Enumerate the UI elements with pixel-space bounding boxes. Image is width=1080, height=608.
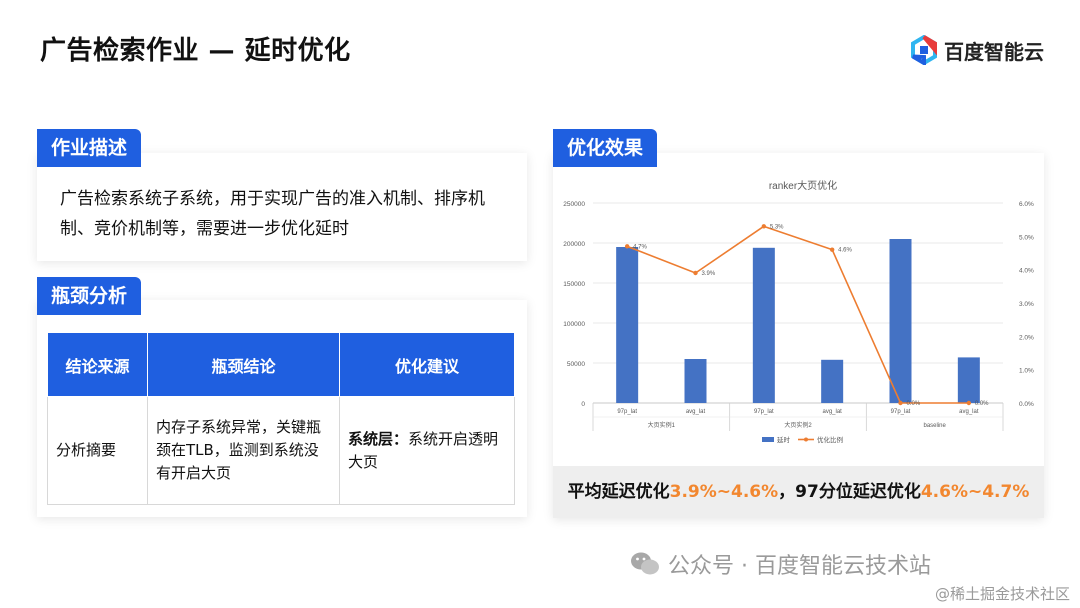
right-tick-label: 2.0% bbox=[1019, 334, 1034, 341]
line-series bbox=[626, 225, 969, 404]
bar bbox=[821, 359, 844, 403]
left-tick-label: 50000 bbox=[567, 361, 585, 368]
group-label: 大页实例2 bbox=[784, 421, 812, 429]
wechat-watermark: 公众号 · 百度智能云技术站 bbox=[630, 548, 931, 580]
brand-logo: 百度智能云 bbox=[909, 33, 1044, 67]
bar bbox=[752, 247, 775, 403]
legend-swatch-marker bbox=[804, 437, 808, 442]
data-label: 4.7% bbox=[633, 244, 647, 250]
work-desc-tag: 作业描述 bbox=[37, 129, 142, 167]
bottleneck-tag: 瓶颈分析 bbox=[37, 277, 142, 315]
page-title: 广告检索作业 — 延时优化 bbox=[40, 36, 351, 66]
logo-text: 百度智能云 bbox=[944, 39, 1044, 64]
group-label: baseline bbox=[923, 423, 946, 429]
table-header-row: 结论来源 瓶颈结论 优化建议 bbox=[47, 332, 515, 397]
bar bbox=[957, 357, 980, 403]
left-tick-label: 250000 bbox=[563, 201, 585, 208]
category-label: 97p_lat bbox=[754, 409, 774, 415]
table-header: 结论来源 bbox=[47, 332, 148, 397]
wechat-icon bbox=[631, 552, 659, 575]
data-label: 3.9% bbox=[702, 271, 716, 277]
site-watermark: @稀土掘金技术社区 bbox=[934, 585, 1070, 603]
line-point bbox=[966, 400, 972, 406]
right-tick-label: 3.0% bbox=[1019, 301, 1034, 308]
bar bbox=[684, 359, 707, 403]
category-label: 97p_lat bbox=[617, 409, 637, 415]
group-label: 大页实例1 bbox=[648, 421, 676, 429]
table-cell-source: 分析摘要 bbox=[47, 396, 148, 505]
left-tick-label: 200000 bbox=[563, 241, 585, 248]
baidu-cloud-logo-icon bbox=[911, 35, 937, 65]
summary-part-a: 平均延迟优化 bbox=[567, 482, 670, 502]
line-point bbox=[693, 270, 698, 276]
left-tick-label: 100000 bbox=[563, 321, 585, 328]
left-tick-label: 0 bbox=[581, 401, 585, 408]
data-label: 4.6% bbox=[838, 248, 852, 254]
watermark-text: 公众号 · 百度智能云技术站 bbox=[668, 554, 931, 579]
legend-label: 延时 bbox=[777, 435, 791, 444]
table-cell-suggestion: 系统层：系统开启透明大页 bbox=[339, 396, 515, 505]
category-label: 97p_lat bbox=[891, 409, 911, 415]
work-desc-text: 广告检索系统子系统，用于实现广告的准入机制、排序机制、竞价机制等，需要进一步优化… bbox=[60, 189, 485, 239]
data-label: 5.3% bbox=[770, 224, 784, 230]
summary-part-c: ，97分位延迟优化 bbox=[778, 482, 921, 502]
data-label: 0.0% bbox=[907, 401, 921, 407]
line-point bbox=[829, 247, 835, 252]
right-tick-label: 5.0% bbox=[1019, 234, 1034, 241]
effect-summary: 平均延迟优化3.9%~4.6%，97分位延迟优化4.6%~4.7% bbox=[553, 466, 1044, 518]
suggestion-prefix: 系统层： bbox=[348, 429, 409, 448]
bar bbox=[889, 239, 912, 403]
table-header: 优化建议 bbox=[339, 332, 515, 397]
line-point bbox=[761, 224, 767, 229]
table-header: 瓶颈结论 bbox=[147, 332, 340, 397]
category-label: avg_lat bbox=[686, 409, 706, 415]
category-label: avg_lat bbox=[822, 409, 842, 415]
data-label: 0.0% bbox=[975, 401, 989, 407]
bar bbox=[616, 247, 639, 403]
line-point bbox=[898, 400, 903, 406]
right-tick-label: 6.0% bbox=[1019, 201, 1034, 208]
right-tick-label: 1.0% bbox=[1019, 368, 1034, 375]
ranker-chart: ranker大页优化 0 50000 100000 150000 200000 250000… bbox=[563, 179, 1034, 444]
summary-p97-range: 4.6%~4.7% bbox=[920, 482, 1030, 502]
table-row: 分析摘要 内存子系统异常，关键瓶颈在TLB，监测到系统没有开启大页 系统层：系统… bbox=[47, 396, 515, 505]
right-tick-label: 0.0% bbox=[1019, 401, 1034, 408]
effect-tag: 优化效果 bbox=[553, 129, 658, 167]
bottleneck-table: 结论来源 瓶颈结论 优化建议 分析摘要 内存子系统异常，关键瓶颈在TLB，监测到… bbox=[47, 332, 515, 505]
summary-avg-range: 3.9%~4.6% bbox=[669, 482, 779, 502]
legend-label: 优化比例 bbox=[817, 435, 843, 444]
left-tick-label: 150000 bbox=[563, 281, 585, 288]
table-cell-conclusion: 内存子系统异常，关键瓶颈在TLB，监测到系统没有开启大页 bbox=[147, 396, 340, 505]
category-label: avg_lat bbox=[959, 409, 979, 415]
right-tick-label: 4.0% bbox=[1019, 268, 1034, 275]
chart-title: ranker大页优化 bbox=[769, 179, 837, 192]
line-point bbox=[624, 244, 630, 249]
legend-swatch-bars bbox=[762, 437, 774, 442]
